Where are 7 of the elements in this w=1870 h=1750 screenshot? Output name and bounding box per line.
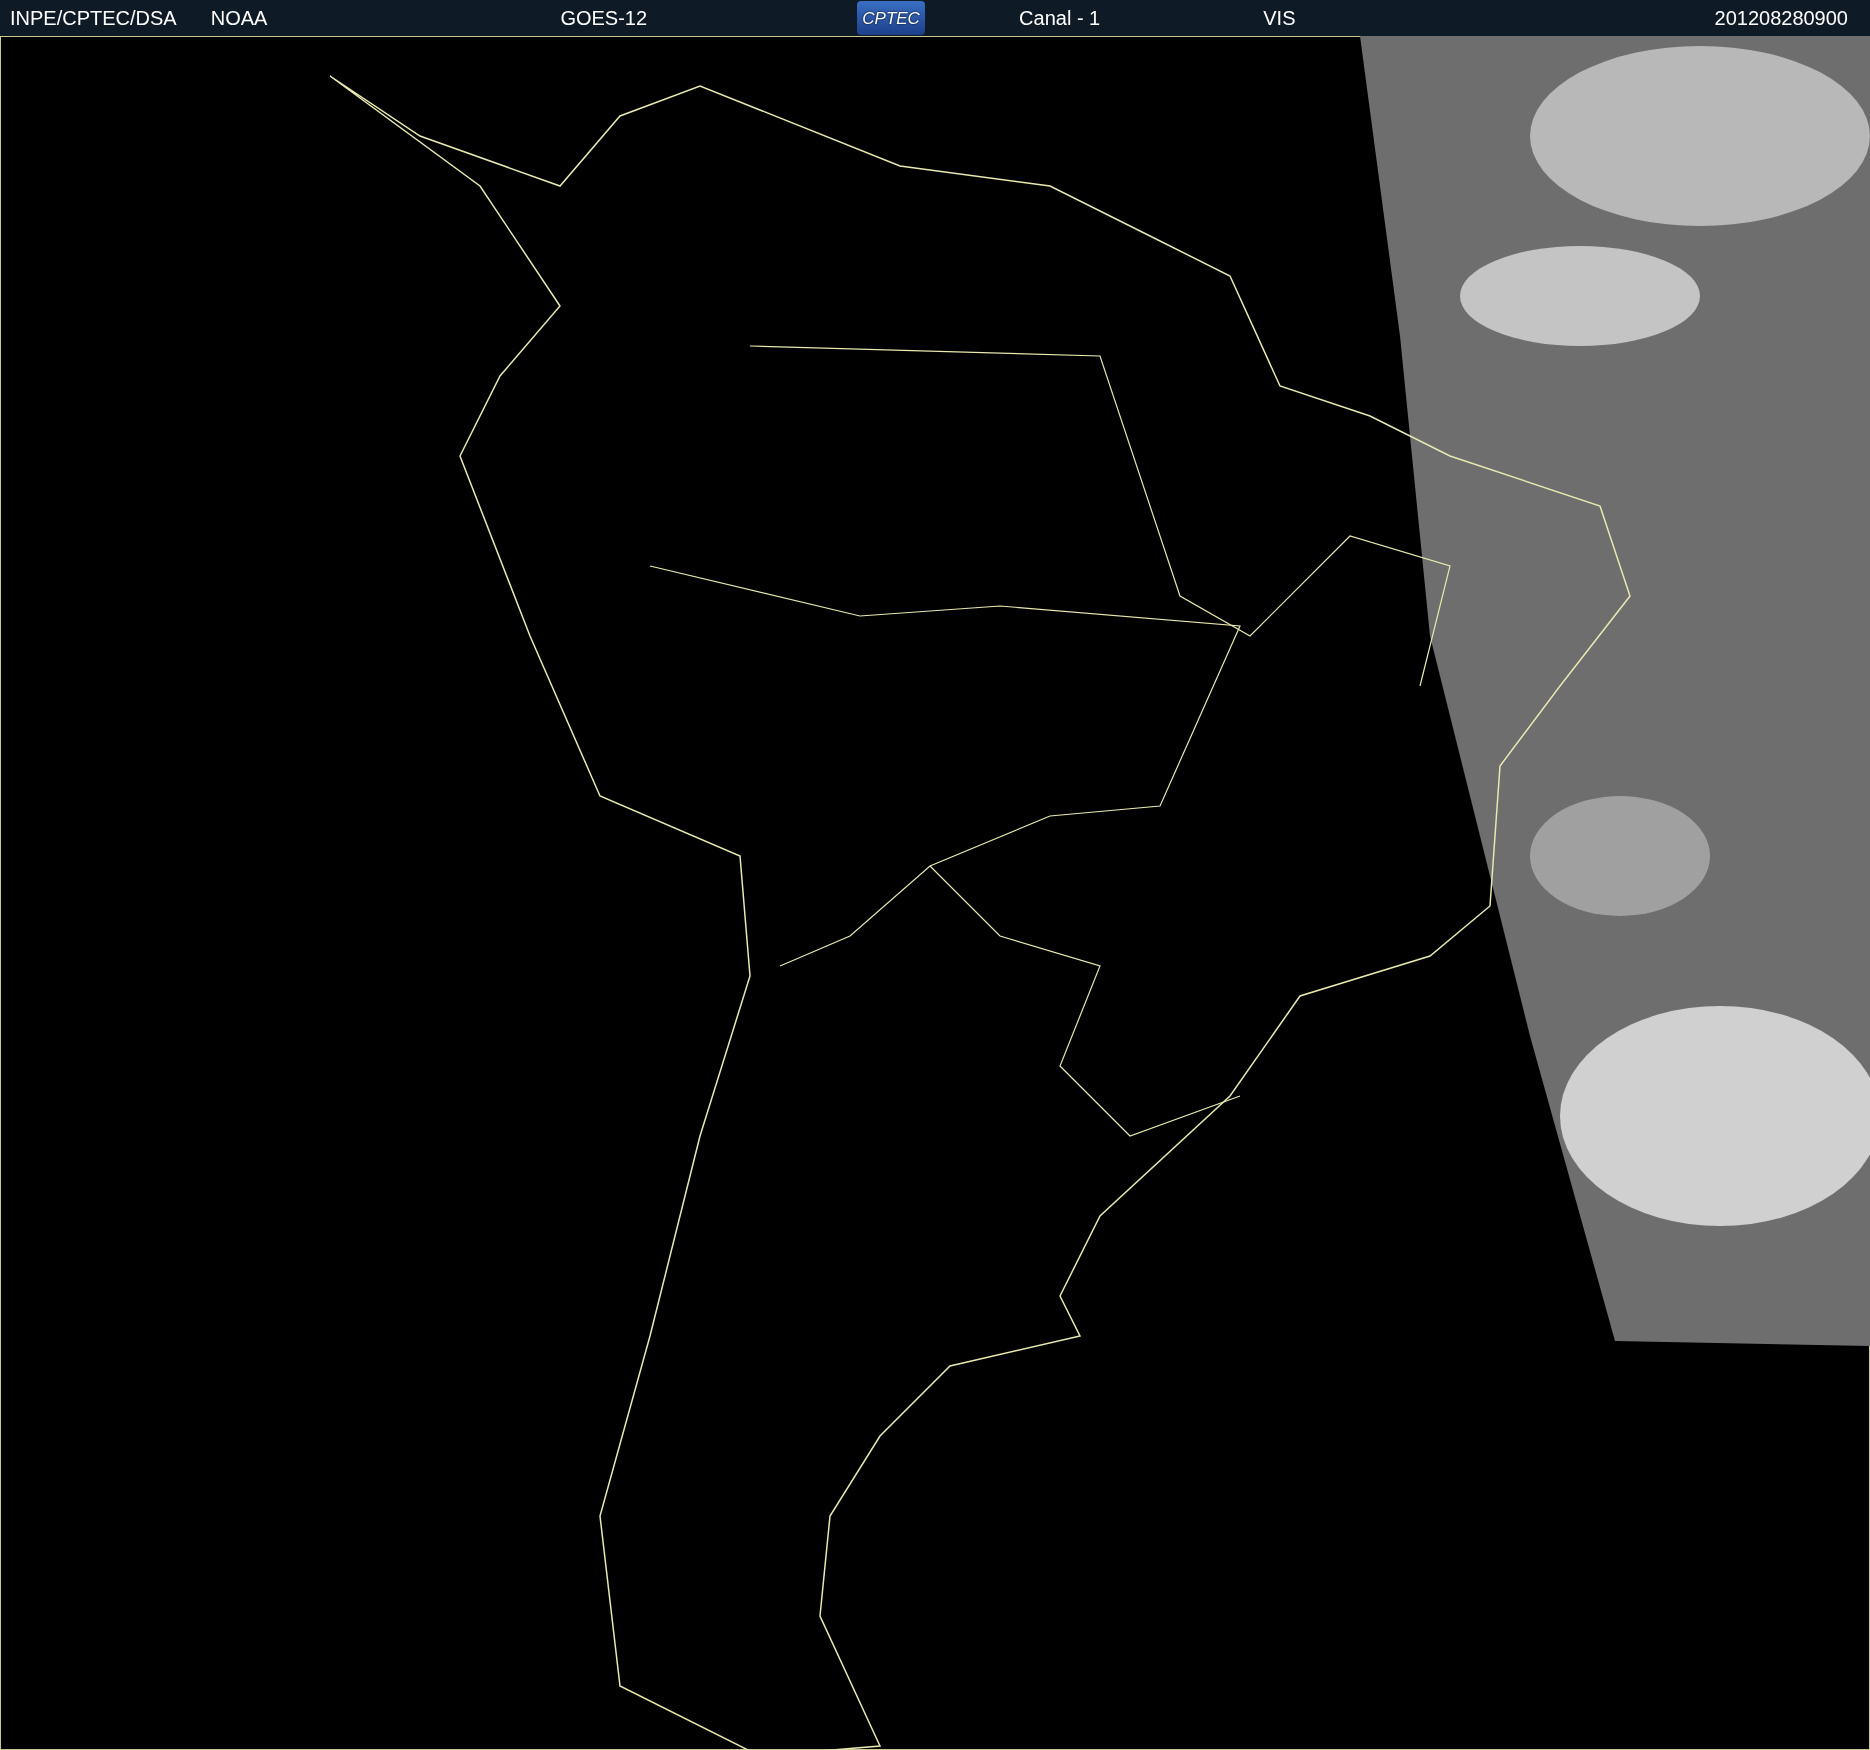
channel-label: Canal - 1 [1019, 8, 1101, 28]
source-label: INPE/CPTEC/DSA [10, 8, 177, 28]
timestamp-label: 201208280900 [1714, 8, 1848, 28]
satellite-label: GOES-12 [560, 8, 648, 28]
band-label: VIS [1263, 8, 1296, 28]
logo: CPTEC [857, 1, 926, 35]
agency-label: NOAA [210, 8, 268, 28]
